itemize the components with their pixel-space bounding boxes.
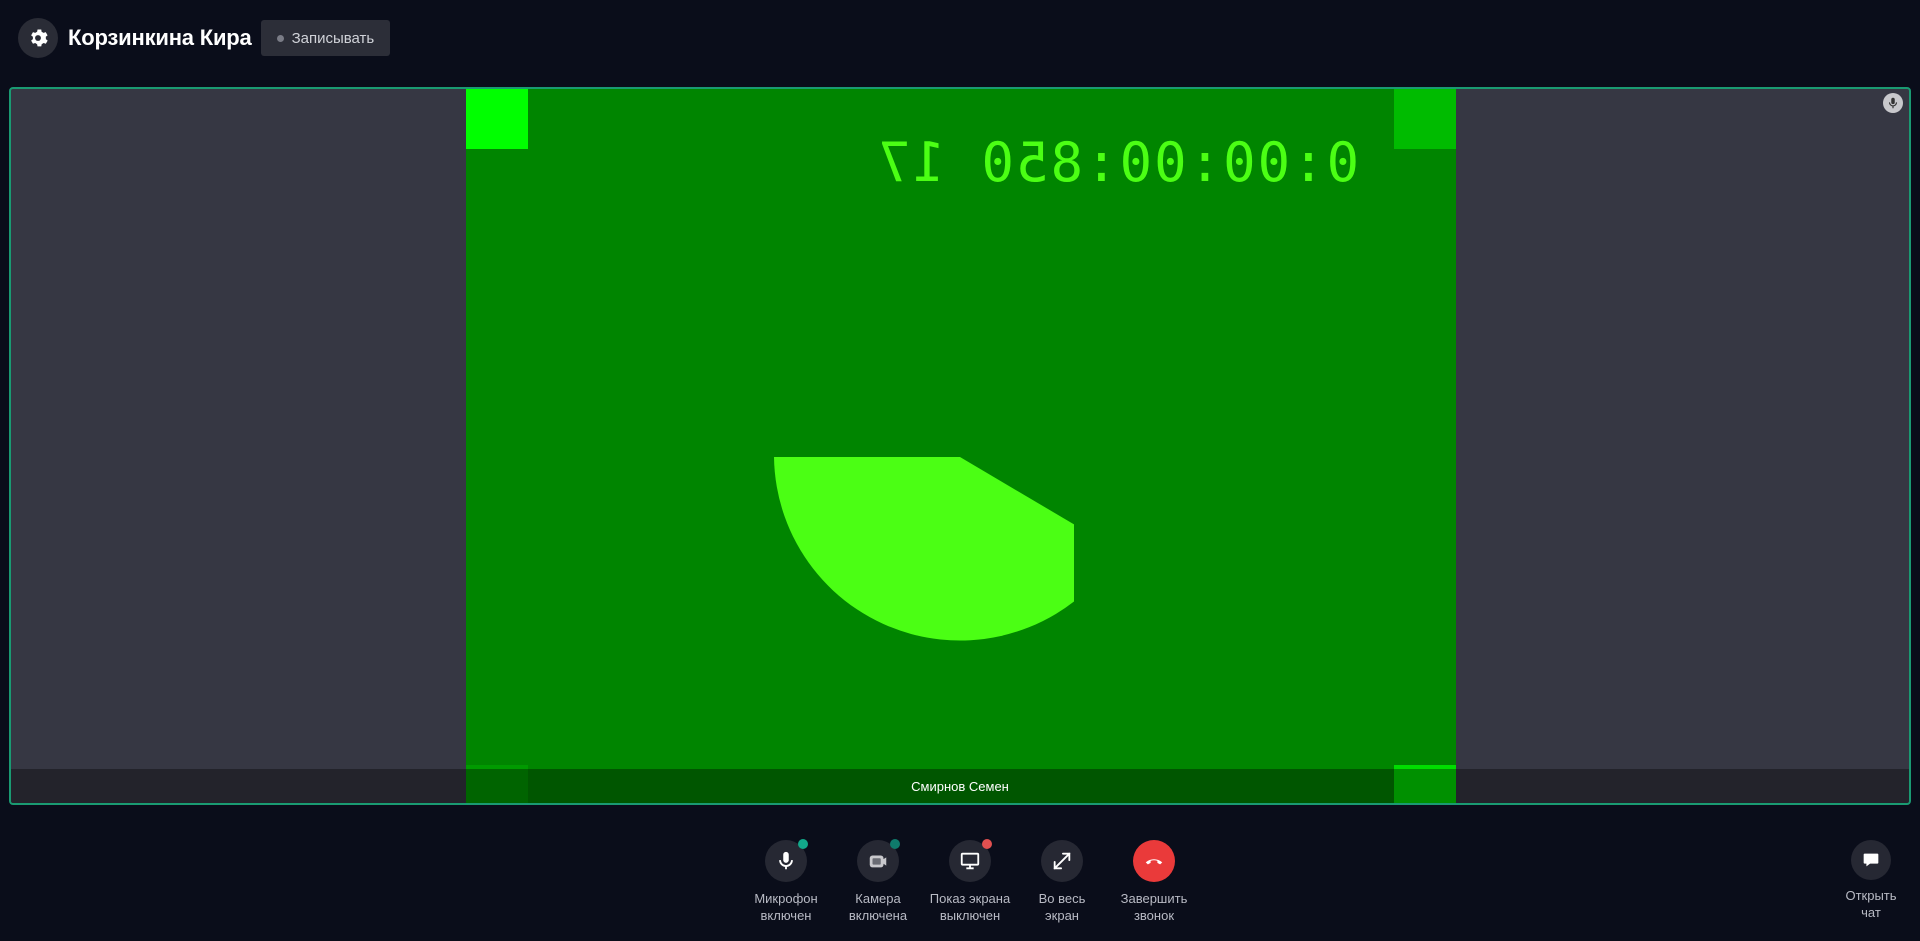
fullscreen-button[interactable]: Во весь экран bbox=[1016, 840, 1108, 924]
microphone-toggle-button[interactable]: Микрофон включен bbox=[740, 839, 832, 924]
monitor-icon bbox=[960, 852, 980, 870]
control-label: Во весь bbox=[1038, 891, 1086, 906]
hangup-icon bbox=[1145, 859, 1163, 865]
control-label: Показ экрана bbox=[929, 891, 1011, 906]
participant-name-bar: Смирнов Семен bbox=[11, 769, 1909, 803]
status-badge bbox=[890, 839, 900, 849]
settings-button[interactable] bbox=[18, 18, 58, 58]
header: Корзинкина Кира Записывать bbox=[18, 18, 391, 58]
status-badge bbox=[798, 839, 808, 849]
participant-tile[interactable]: 0:00:00:850 17 Смирнов Семен bbox=[9, 87, 1911, 805]
status-badge bbox=[982, 839, 992, 849]
control-label: Открыть bbox=[1845, 888, 1897, 903]
control-label: звонок bbox=[1133, 908, 1175, 923]
camera-toggle-button[interactable]: Камера включена bbox=[832, 839, 924, 924]
record-label: Записывать bbox=[291, 29, 375, 47]
video-corner-marker bbox=[466, 89, 528, 149]
control-label: Завершить bbox=[1120, 891, 1188, 906]
end-call-button[interactable]: Завершить звонок bbox=[1108, 840, 1200, 924]
open-chat-button[interactable]: Открыть чат bbox=[1845, 840, 1897, 921]
record-dot-icon bbox=[276, 34, 284, 42]
control-label: включена bbox=[848, 908, 908, 923]
video-stream: 0:00:00:850 17 bbox=[466, 89, 1456, 803]
expand-icon bbox=[1053, 852, 1071, 870]
control-label: экран bbox=[1045, 908, 1079, 923]
control-label: чат bbox=[1861, 905, 1881, 920]
gear-icon bbox=[31, 29, 48, 47]
screen-share-button[interactable]: Показ экрана выключен bbox=[924, 839, 1016, 924]
control-label: Микрофон bbox=[754, 891, 818, 906]
camera-icon bbox=[869, 855, 887, 868]
control-label: включен bbox=[760, 908, 812, 923]
user-name: Корзинкина Кира bbox=[68, 25, 252, 50]
chat-icon bbox=[1863, 853, 1879, 867]
call-controls: Микрофон включен Камера включена Показ экр… bbox=[740, 839, 1200, 924]
control-label: Камера bbox=[855, 891, 901, 906]
microphone-icon bbox=[779, 851, 793, 870]
record-button[interactable]: Записывать bbox=[260, 20, 391, 56]
control-label: выключен bbox=[939, 908, 1001, 923]
video-corner-marker bbox=[1394, 89, 1456, 149]
microphone-icon bbox=[1883, 93, 1903, 113]
participant-name: Смирнов Семен bbox=[911, 778, 1009, 794]
video-test-pattern-sector bbox=[774, 457, 1074, 641]
video-timecode: 0:00:00:850 17 bbox=[876, 131, 1360, 194]
